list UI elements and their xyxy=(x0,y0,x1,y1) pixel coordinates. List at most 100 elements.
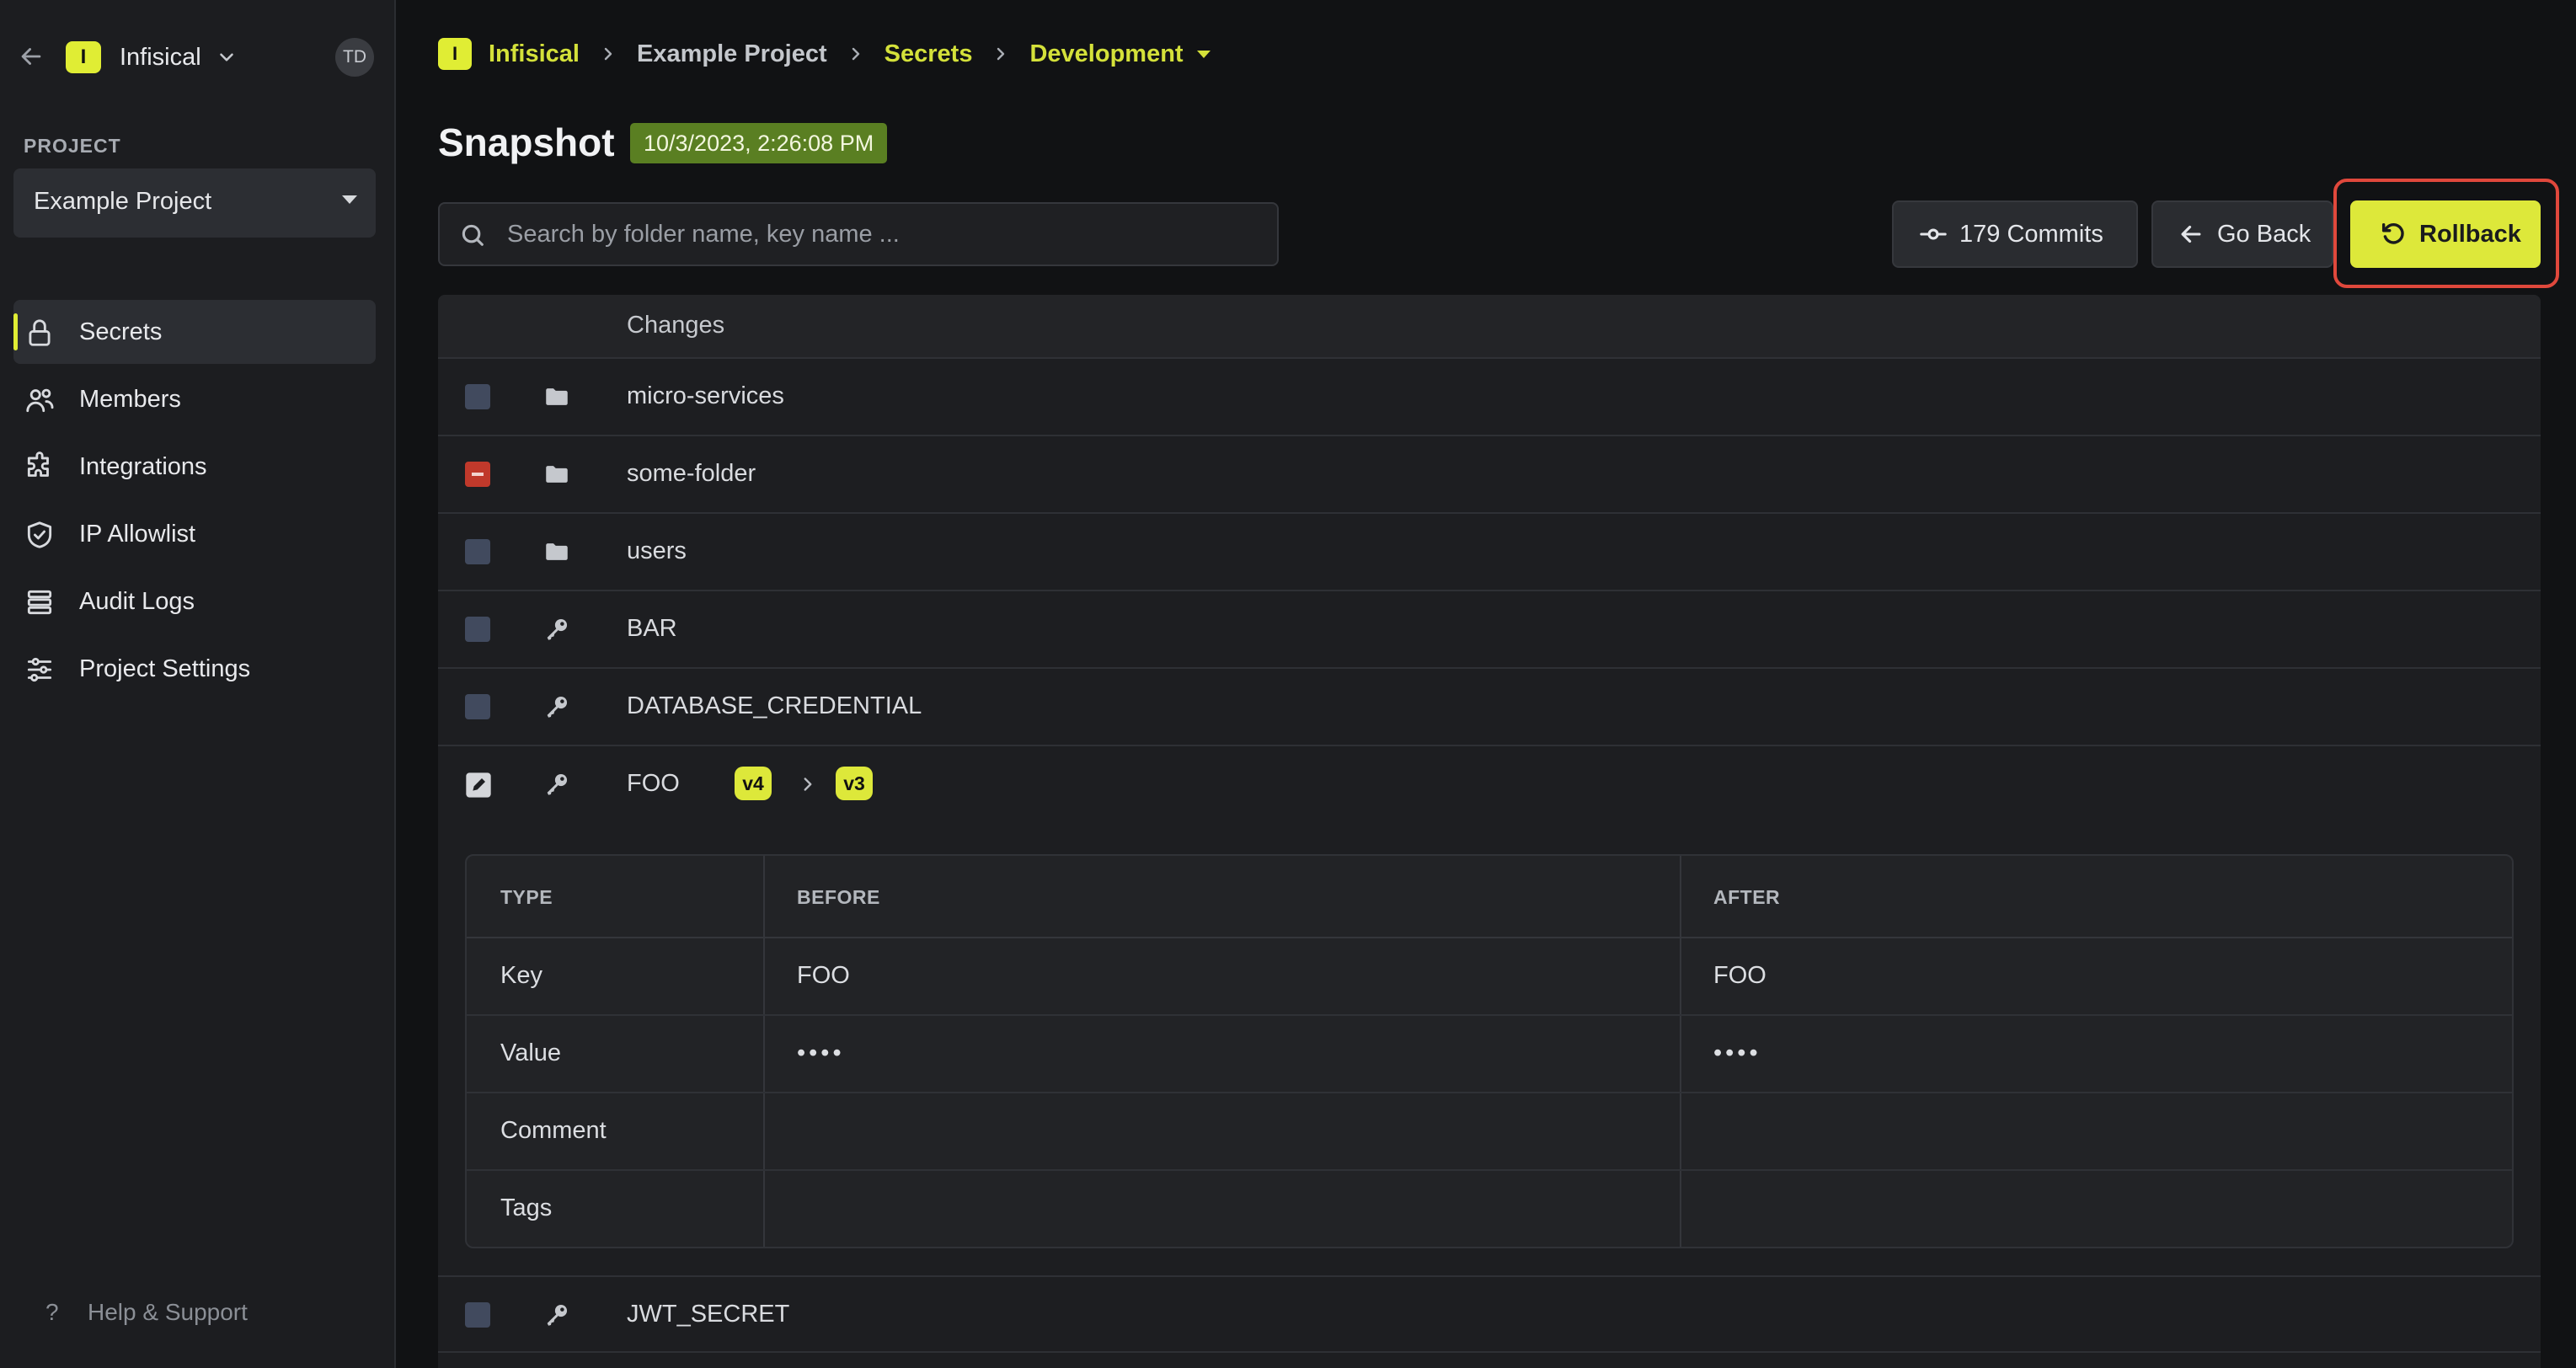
folder-icon xyxy=(546,388,568,405)
search-input[interactable] xyxy=(507,204,1265,265)
chevron-right-icon xyxy=(852,47,859,61)
table-row[interactable]: JWT_SECRET xyxy=(438,1275,2541,1353)
chevron-right-icon xyxy=(997,47,1005,61)
version-badge-from: v4 xyxy=(735,767,772,800)
diff-type: Comment xyxy=(500,1117,607,1144)
org-logo[interactable]: I xyxy=(66,41,101,73)
table-row[interactable]: users xyxy=(438,514,2541,591)
table-row[interactable]: micro-services xyxy=(438,359,2541,436)
go-back-button[interactable]: Go Back xyxy=(2151,200,2333,268)
sidebar-item-secrets[interactable]: Secrets xyxy=(13,300,376,364)
chevron-right-icon xyxy=(804,778,812,791)
row-name: DATABASE_CREDENTIAL xyxy=(627,692,922,719)
sidebar-item-audit-logs[interactable]: Audit Logs xyxy=(13,569,376,633)
users-icon xyxy=(26,388,54,413)
row-checkbox[interactable] xyxy=(465,617,490,642)
commits-button[interactable]: 179 Commits xyxy=(1892,200,2138,268)
version-badge-to: v3 xyxy=(836,767,873,800)
list-icon xyxy=(27,590,52,615)
key-icon xyxy=(547,773,568,795)
row-name: JWT_SECRET xyxy=(627,1301,790,1328)
row-name: some-folder xyxy=(627,460,756,487)
folder-icon xyxy=(546,466,568,483)
rollback-button[interactable]: Rollback xyxy=(2350,200,2541,268)
sidebar-item-label: Members xyxy=(79,385,181,413)
help-support-link[interactable]: ? Help & Support xyxy=(45,1299,248,1326)
sidebar-item-members[interactable]: Members xyxy=(13,367,376,431)
lock-icon xyxy=(29,319,51,346)
diff-row-key: Key FOO FOO xyxy=(467,938,2512,1016)
breadcrumb-org[interactable]: Infisical xyxy=(489,40,580,68)
sidebar: I Infisical TD PROJECT Example Project S… xyxy=(0,0,396,1368)
caret-down-icon xyxy=(342,195,357,204)
row-checkbox[interactable] xyxy=(465,694,490,719)
diff-before-masked: •••• xyxy=(797,1039,845,1066)
secret-diff-table: TYPE BEFORE AFTER Key FOO FOO Value ••••… xyxy=(465,854,2514,1248)
table-row[interactable]: some-folder xyxy=(438,436,2541,514)
main-content: I Infisical Example Project Secrets Deve… xyxy=(398,0,2576,1368)
project-selector-value: Example Project xyxy=(34,188,212,215)
key-icon xyxy=(547,696,568,718)
breadcrumb-secrets[interactable]: Secrets xyxy=(884,40,973,68)
row-name: users xyxy=(627,537,687,564)
breadcrumb-logo[interactable]: I xyxy=(438,38,472,70)
search-icon xyxy=(462,224,484,246)
diff-type: Tags xyxy=(500,1194,553,1221)
changes-table-header: Changes xyxy=(438,295,2541,359)
sidebar-item-label: IP Allowlist xyxy=(79,520,196,548)
avatar[interactable]: TD xyxy=(335,38,374,77)
row-checkbox[interactable] xyxy=(465,384,490,409)
diff-type: Key xyxy=(500,962,542,989)
sidebar-nav: Secrets Members Integrations IP Allowlis… xyxy=(13,300,376,704)
table-row-expanded[interactable]: FOO v4 v3 xyxy=(438,746,2541,824)
rotate-ccw-icon xyxy=(2381,222,2404,244)
diff-row-value: Value •••• •••• xyxy=(467,1016,2512,1093)
row-checkbox[interactable] xyxy=(465,539,490,564)
project-selector[interactable]: Example Project xyxy=(13,168,376,238)
sidebar-item-project-settings[interactable]: Project Settings xyxy=(13,637,376,701)
chevron-down-icon[interactable] xyxy=(216,46,238,68)
diff-after: FOO xyxy=(1713,962,1766,989)
chevron-right-icon xyxy=(604,47,612,61)
row-name: BAR xyxy=(627,615,677,642)
app-window: I Infisical TD PROJECT Example Project S… xyxy=(0,0,2576,1368)
go-back-button-label: Go Back xyxy=(2217,220,2311,248)
project-label: PROJECT xyxy=(24,135,121,157)
diff-column-after: AFTER xyxy=(1713,886,1781,908)
table-row[interactable]: BAR xyxy=(438,591,2541,669)
folder-icon xyxy=(546,543,568,560)
diff-column-type: TYPE xyxy=(500,886,553,908)
row-name: FOO xyxy=(627,770,680,797)
breadcrumb-environment[interactable]: Development xyxy=(1029,40,1183,68)
rollback-button-label: Rollback xyxy=(2419,220,2521,248)
commits-button-label: 179 Commits xyxy=(1959,220,2103,248)
diff-column-before: BEFORE xyxy=(797,886,880,908)
edit-square-icon[interactable] xyxy=(465,772,492,799)
back-arrow-icon[interactable] xyxy=(17,42,45,71)
page-title: Snapshot xyxy=(438,120,615,164)
row-checkbox-removed[interactable] xyxy=(465,462,490,487)
sidebar-item-ip-allowlist[interactable]: IP Allowlist xyxy=(13,502,376,566)
arrow-left-icon xyxy=(2181,225,2201,243)
diff-table-header: TYPE BEFORE AFTER xyxy=(467,856,2512,938)
sidebar-item-label: Secrets xyxy=(79,318,163,345)
help-support-label: Help & Support xyxy=(88,1299,248,1325)
search-box xyxy=(438,202,1279,266)
environment-caret-down-icon[interactable] xyxy=(1196,50,1211,58)
row-name: micro-services xyxy=(627,382,784,409)
key-icon xyxy=(547,618,568,640)
row-checkbox[interactable] xyxy=(465,1302,490,1328)
sidebar-item-integrations[interactable]: Integrations xyxy=(13,435,376,499)
sliders-icon xyxy=(27,657,52,682)
sidebar-item-label: Audit Logs xyxy=(79,587,195,615)
diff-row-comment: Comment xyxy=(467,1093,2512,1171)
diff-after-masked: •••• xyxy=(1713,1039,1761,1066)
table-row[interactable]: DATABASE_CREDENTIAL xyxy=(438,669,2541,746)
changes-column-header: Changes xyxy=(627,312,725,339)
org-name[interactable]: Infisical xyxy=(120,42,201,72)
breadcrumb-project[interactable]: Example Project xyxy=(637,40,827,68)
sidebar-item-label: Integrations xyxy=(79,452,207,480)
diff-before: FOO xyxy=(797,962,850,989)
diff-type: Value xyxy=(500,1039,562,1066)
snapshot-date-badge: 10/3/2023, 2:26:08 PM xyxy=(630,123,888,163)
